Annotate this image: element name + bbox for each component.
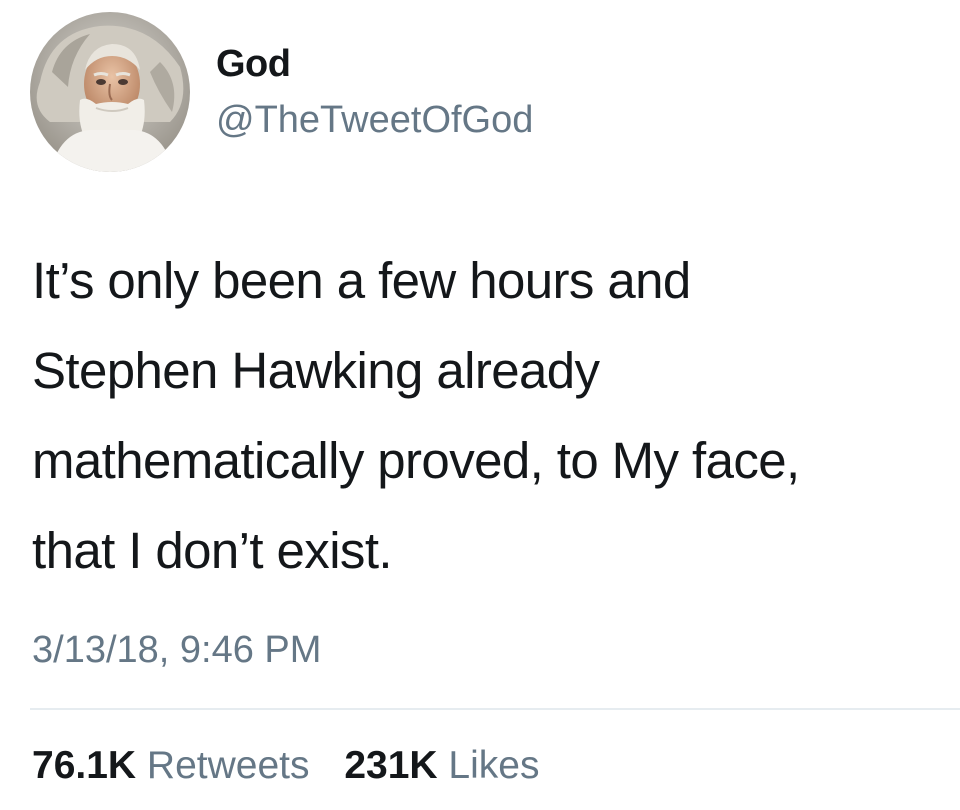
avatar-portrait-icon bbox=[30, 12, 190, 172]
tweet-text-line: Stephen Hawking already bbox=[32, 342, 600, 399]
likes-count: 231K bbox=[344, 744, 438, 787]
divider bbox=[30, 708, 960, 710]
retweets-label: Retweets bbox=[146, 744, 310, 787]
display-name[interactable]: God bbox=[216, 42, 533, 86]
retweets-count: 76.1K bbox=[32, 744, 137, 787]
likes-label: Likes bbox=[448, 744, 540, 787]
tweet-text: It’s only been a few hours and Stephen H… bbox=[32, 236, 932, 596]
likes-stat[interactable]: 231K Likes bbox=[344, 744, 539, 787]
tweet-text-line: that I don’t exist. bbox=[32, 522, 393, 579]
tweet-text-line: It’s only been a few hours and bbox=[32, 252, 691, 309]
user-names: God @TheTweetOfGod bbox=[216, 42, 533, 142]
avatar[interactable] bbox=[30, 12, 190, 172]
tweet-header: God @TheTweetOfGod bbox=[30, 12, 930, 182]
tweet-stats: 76.1K Retweets 231K Likes bbox=[32, 744, 539, 788]
tweet-card: God @TheTweetOfGod It’s only been a few … bbox=[0, 0, 960, 810]
retweets-stat[interactable]: 76.1K Retweets bbox=[32, 744, 320, 787]
tweet-text-line: mathematically proved, to My face, bbox=[32, 432, 800, 489]
tweet-timestamp[interactable]: 3/13/18, 9:46 PM bbox=[32, 628, 321, 672]
user-handle[interactable]: @TheTweetOfGod bbox=[216, 98, 533, 142]
